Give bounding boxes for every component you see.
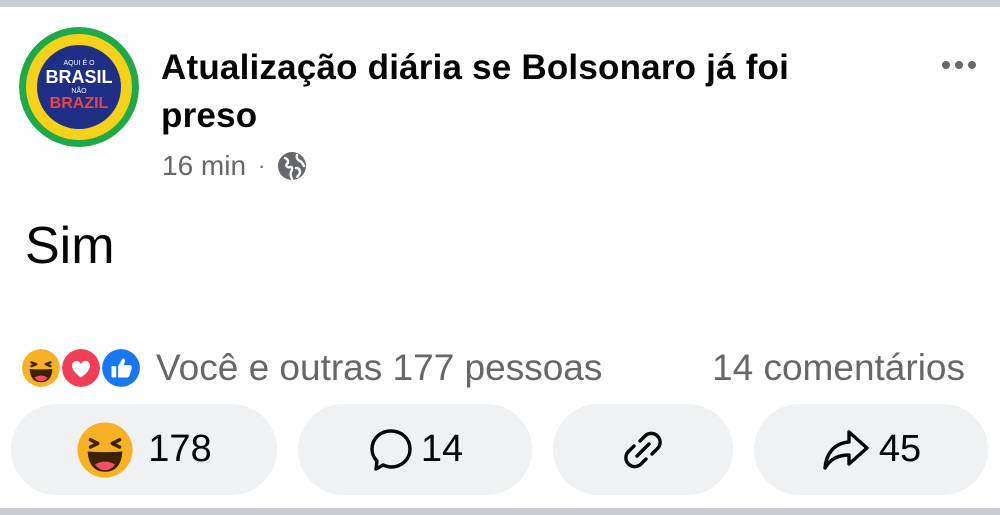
logo-nao-text: NÃO — [71, 86, 87, 95]
react-button[interactable]: 178 — [11, 404, 277, 495]
brasil-logo: AQUI É O BRASIL NÃO BRAZIL — [19, 27, 139, 147]
meta-separator: · — [258, 153, 266, 178]
more-options-button[interactable] — [934, 52, 984, 78]
comments-count[interactable]: 14 comentários — [712, 343, 965, 393]
react-count: 178 — [148, 428, 212, 470]
haha-icon — [77, 421, 133, 478]
share-count: 45 — [878, 428, 922, 470]
reactions-summary: Você e outras 177 pessoas 14 comentários — [20, 343, 980, 393]
link-icon — [624, 431, 662, 468]
logo-brasil-text: BRASIL — [46, 67, 113, 87]
comment-button[interactable]: 14 — [298, 404, 532, 495]
post-text: Sim — [25, 217, 115, 275]
comment-bubble-icon — [370, 428, 412, 471]
copy-link-button[interactable] — [553, 404, 733, 495]
more-dot-icon — [942, 61, 950, 69]
globe-icon — [278, 152, 307, 181]
bottom-divider — [0, 508, 1000, 515]
comment-count: 14 — [420, 428, 464, 470]
like-icon — [100, 347, 142, 389]
haha-icon — [20, 347, 62, 389]
page-avatar[interactable]: AQUI É O BRASIL NÃO BRAZIL — [19, 27, 139, 147]
page-name[interactable]: Atualização diária se Bolsonaro já foi p… — [161, 44, 861, 140]
more-dot-icon — [968, 61, 976, 69]
share-arrow-icon — [823, 429, 869, 470]
love-icon — [60, 347, 102, 389]
more-dot-icon — [955, 61, 963, 69]
post-time[interactable]: 16 min — [162, 150, 246, 182]
share-button[interactable]: 45 — [754, 404, 988, 495]
logo-top-text: AQUI É O — [63, 58, 95, 67]
post-meta: 16 min · — [162, 148, 308, 184]
logo-brazil-text: BRAZIL — [50, 95, 109, 112]
top-divider — [0, 0, 1000, 7]
reactors-text[interactable]: Você e outras 177 pessoas — [156, 343, 602, 393]
reaction-icons[interactable] — [20, 347, 144, 389]
